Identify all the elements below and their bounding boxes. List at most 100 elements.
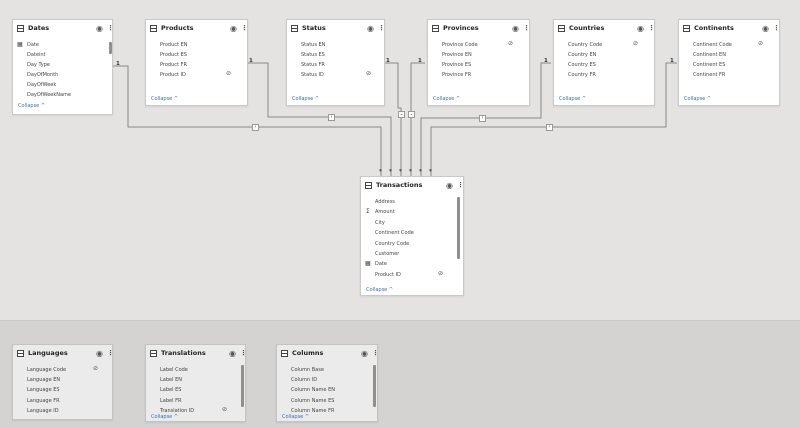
field-row[interactable]: Continent EN <box>693 50 726 60</box>
field-row[interactable]: Country ES <box>568 60 596 70</box>
filter-direction-icon[interactable]: ⌄ <box>398 111 405 118</box>
field-row[interactable]: Status ID <box>301 70 324 80</box>
field-row[interactable]: Address <box>375 197 395 207</box>
field-row[interactable]: Label ES <box>160 385 181 395</box>
eye-slash-icon[interactable]: ⊘ <box>222 405 227 415</box>
table-header[interactable]: Dates ◉ ⋮ <box>13 20 114 38</box>
eye-slash-icon[interactable]: ⊘ <box>508 39 513 49</box>
field-row[interactable]: Column Name FR <box>291 406 334 412</box>
field-row[interactable]: Column ID <box>291 375 317 385</box>
collapse-link[interactable]: Collapse ^ <box>366 287 393 293</box>
eye-icon[interactable]: ◉ <box>361 349 370 358</box>
field-row[interactable]: Language EN <box>27 375 60 385</box>
table-card-translations[interactable]: Translations ◉ ⋮ Label Code Label EN Lab… <box>145 344 247 422</box>
collapse-link[interactable]: Collapse ^ <box>433 96 460 102</box>
table-card-products[interactable]: Products ◉ ⋮ Product EN Product ES Produ… <box>145 19 248 106</box>
table-header[interactable]: Columns ◉ ⋮ <box>277 345 379 363</box>
more-options-icon[interactable]: ⋮ <box>457 181 464 190</box>
eye-icon[interactable]: ◉ <box>367 24 376 33</box>
field-row[interactable]: Country EN <box>568 50 596 60</box>
more-options-icon[interactable]: ⋮ <box>648 24 655 33</box>
eye-icon[interactable]: ◉ <box>230 24 239 33</box>
field-row[interactable]: Status FR <box>301 60 325 70</box>
field-row[interactable]: Status ES <box>301 50 325 60</box>
eye-slash-icon[interactable]: ⊘ <box>438 269 443 279</box>
filter-direction-icon[interactable]: ‹ <box>479 115 486 122</box>
more-options-icon[interactable]: ⋮ <box>107 24 114 33</box>
collapse-link[interactable]: Collapse ^ <box>292 96 319 102</box>
field-row[interactable]: Product ID <box>375 270 401 280</box>
scrollbar[interactable] <box>373 365 376 407</box>
more-options-icon[interactable]: ⋮ <box>773 24 780 33</box>
table-header[interactable]: Provinces ◉ ⋮ <box>428 20 530 38</box>
field-row[interactable]: Date <box>375 259 387 269</box>
table-header[interactable]: Countries ◉ ⋮ <box>554 20 655 38</box>
field-row[interactable]: Language ID <box>27 406 59 416</box>
field-row[interactable]: Label Code <box>160 365 188 375</box>
field-row[interactable]: Label EN <box>160 375 182 385</box>
field-row[interactable]: Province ES <box>442 60 471 70</box>
eye-icon[interactable]: ◉ <box>512 24 521 33</box>
eye-slash-icon[interactable]: ⊘ <box>758 39 763 49</box>
field-row[interactable]: Country Code <box>568 40 602 50</box>
field-row[interactable]: Product EN <box>160 40 187 50</box>
table-card-continents[interactable]: Continents ◉ ⋮ Continent Code ⊘ Continen… <box>678 19 780 106</box>
eye-icon[interactable]: ◉ <box>446 181 455 190</box>
field-row[interactable]: Continent Code <box>375 228 414 238</box>
table-card-columns[interactable]: Columns ◉ ⋮ Column Base Column ID Column… <box>276 344 379 422</box>
field-row[interactable]: Column Name EN <box>291 385 335 395</box>
field-row[interactable]: Dateint <box>27 50 45 60</box>
more-options-icon[interactable]: ⋮ <box>372 349 379 358</box>
field-row[interactable]: Product ID <box>160 70 186 80</box>
table-card-transactions[interactable]: Transactions ◉ ⋮ Address Σ Amount City C… <box>360 176 464 296</box>
field-row[interactable]: Day Type <box>27 60 50 70</box>
field-row[interactable]: Province Code <box>442 40 478 50</box>
field-row[interactable]: Language FR <box>27 396 60 406</box>
field-row[interactable]: Country Code <box>375 239 409 249</box>
field-row[interactable]: Customer <box>375 249 399 259</box>
eye-icon[interactable]: ◉ <box>762 24 771 33</box>
table-header[interactable]: Languages ◉ ⋮ <box>13 345 114 363</box>
eye-slash-icon[interactable]: ⊘ <box>366 69 371 79</box>
field-row[interactable]: Amount <box>375 207 395 217</box>
field-row[interactable]: Country FR <box>568 70 596 80</box>
table-header[interactable]: Transactions ◉ ⋮ <box>361 177 464 195</box>
scrollbar[interactable] <box>457 197 460 259</box>
table-header[interactable]: Translations ◉ ⋮ <box>146 345 247 363</box>
field-row[interactable]: Status EN <box>301 40 325 50</box>
eye-icon[interactable]: ◉ <box>637 24 646 33</box>
collapse-link[interactable]: Collapse ^ <box>282 414 309 420</box>
more-options-icon[interactable]: ⋮ <box>523 24 530 33</box>
field-row[interactable]: Province EN <box>442 50 472 60</box>
collapse-link[interactable]: Collapse ^ <box>151 96 178 102</box>
more-options-icon[interactable]: ⋮ <box>240 349 247 358</box>
table-card-provinces[interactable]: Provinces ◉ ⋮ Province Code ⊘ Province E… <box>427 19 530 106</box>
field-row[interactable]: Language ES <box>27 385 60 395</box>
field-row[interactable]: Product ES <box>160 50 187 60</box>
eye-slash-icon[interactable]: ⊘ <box>226 69 231 79</box>
field-row[interactable]: Label FR <box>160 396 181 406</box>
table-card-languages[interactable]: Languages ◉ ⋮ Language Code ⊘ Language E… <box>12 344 114 420</box>
secondary-layout-pane[interactable] <box>0 321 800 428</box>
field-row[interactable]: Translation ID <box>160 406 194 412</box>
scrollbar[interactable] <box>241 365 244 407</box>
eye-icon[interactable]: ◉ <box>96 349 105 358</box>
table-card-dates[interactable]: Dates ◉ ⋮ ▦ Date Dateint Day Type DayOfM… <box>12 19 114 115</box>
more-options-icon[interactable]: ⋮ <box>241 24 248 33</box>
more-options-icon[interactable]: ⋮ <box>378 24 385 33</box>
collapse-link[interactable]: Collapse ^ <box>151 414 178 420</box>
collapse-link[interactable]: Collapse ^ <box>559 96 586 102</box>
collapse-link[interactable]: Collapse ^ <box>684 96 711 102</box>
field-row[interactable]: Column Name ES <box>291 396 334 406</box>
filter-direction-icon[interactable]: › <box>328 114 335 121</box>
table-header[interactable]: Status ◉ ⋮ <box>287 20 385 38</box>
field-row[interactable]: Continent Code <box>693 40 732 50</box>
table-header[interactable]: Products ◉ ⋮ <box>146 20 248 38</box>
filter-direction-icon[interactable]: ‹ <box>546 124 553 131</box>
eye-slash-icon[interactable]: ⊘ <box>93 364 98 374</box>
field-row[interactable]: Province FR <box>442 70 471 80</box>
scrollbar[interactable] <box>109 42 112 54</box>
field-row[interactable]: Product FR <box>160 60 187 70</box>
field-row[interactable]: DayOfMonth <box>27 70 58 80</box>
eye-slash-icon[interactable]: ⊘ <box>633 39 638 49</box>
